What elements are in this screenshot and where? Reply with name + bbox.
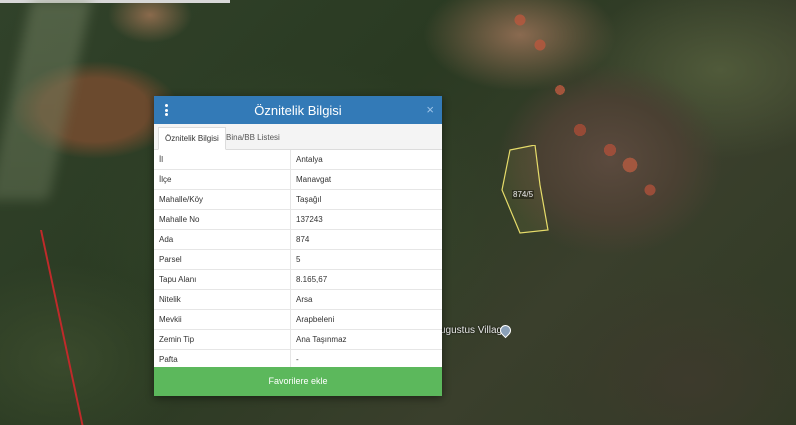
table-row: Nitelik Arsa [154,289,442,310]
row-value: Ana Taşınmaz [290,329,442,350]
row-key: İl [154,150,291,170]
table-row: İlçe Manavgat [154,169,442,190]
row-value: 5 [290,249,442,270]
add-to-favorites-button[interactable]: Favorilere ekle [154,367,442,396]
row-key: Zemin Tip [154,329,291,350]
row-value: 137243 [290,209,442,230]
row-value: Antalya [290,150,442,170]
table-row: Ada 874 [154,229,442,250]
row-key: Mevkii [154,309,291,330]
row-value: Arapbeleni [290,309,442,330]
close-icon[interactable]: × [426,102,434,117]
panel-header: Öznitelik Bilgisi × [154,96,442,124]
table-row: Mahalle/Köy Taşağıl [154,189,442,210]
row-key: Mahalle No [154,209,291,230]
table-row: Mahalle No 137243 [154,209,442,230]
table-row: Mevkii Arapbeleni [154,309,442,330]
attribute-table: İl Antalya İlçe Manavgat Mahalle/Köy Taş… [154,150,442,370]
boundary-line [0,230,84,425]
row-value: Manavgat [290,169,442,190]
row-value: 874 [290,229,442,250]
row-key: Tapu Alanı [154,269,291,290]
row-key: Ada [154,229,291,250]
tab-building-list[interactable]: Bina/BB Listesi [220,127,286,148]
tab-attribute-info[interactable]: Öznitelik Bilgisi [158,127,226,150]
row-value: Taşağıl [290,189,442,210]
row-value: Arsa [290,289,442,310]
table-row: Parsel 5 [154,249,442,270]
table-row: Tapu Alanı 8.165,67 [154,269,442,290]
tab-bar: Öznitelik Bilgisi Bina/BB Listesi [154,124,442,150]
place-label[interactable]: ugustus Village [440,325,508,336]
row-key: Parsel [154,249,291,270]
table-row: Zemin Tip Ana Taşınmaz [154,329,442,350]
attribute-panel: Öznitelik Bilgisi × Öznitelik Bilgisi Bi… [154,96,442,396]
riverbed-area [0,0,92,200]
row-key: İlçe [154,169,291,190]
row-value: 8.165,67 [290,269,442,290]
table-row: İl Antalya [154,150,442,170]
row-key: Nitelik [154,289,291,310]
parcel-label: 874/5 [512,190,535,199]
panel-title: Öznitelik Bilgisi [254,103,342,118]
row-key: Mahalle/Köy [154,189,291,210]
